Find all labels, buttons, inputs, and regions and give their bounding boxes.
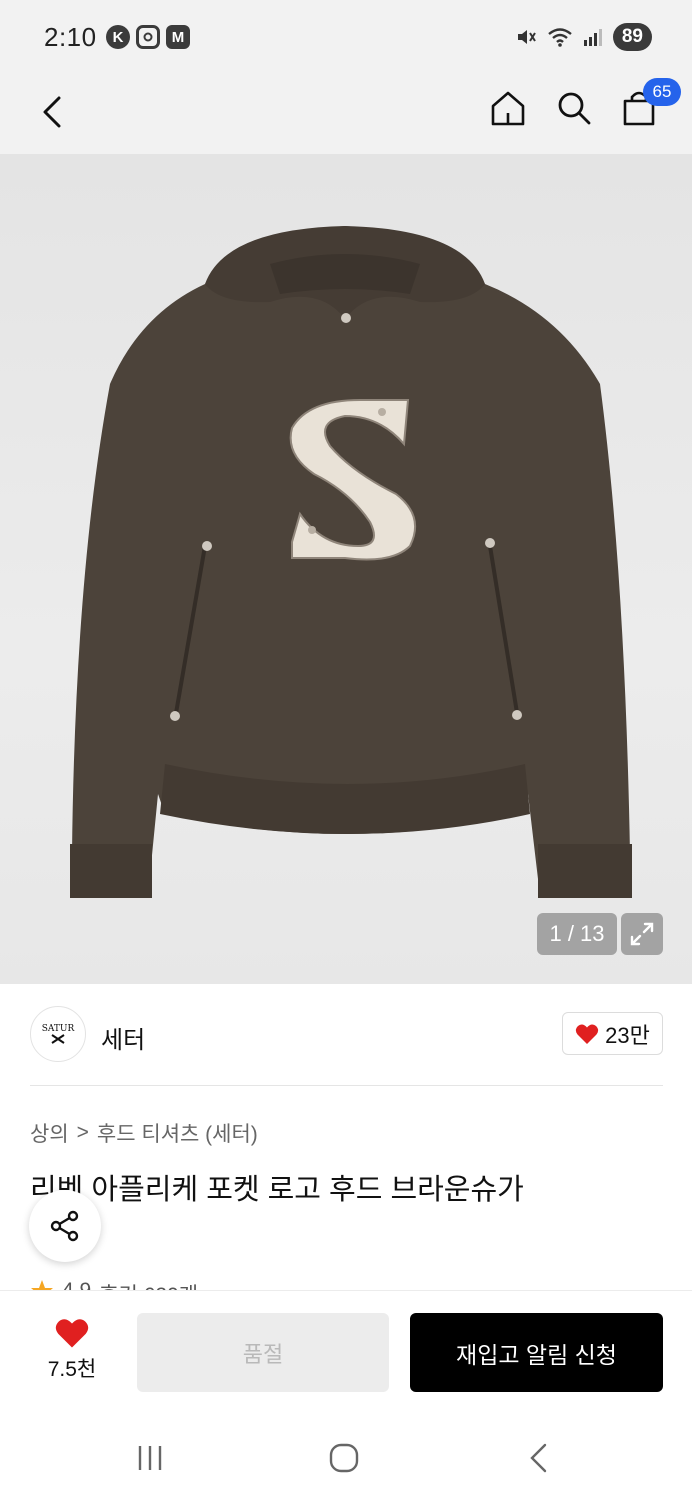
- heart-icon: [55, 1319, 89, 1348]
- status-bar: 2:10 K M 89: [0, 0, 692, 76]
- home-circle-icon: [329, 1443, 359, 1473]
- wishlist-count: 7.5천: [47, 1358, 97, 1381]
- brand-row: SATUR 세터 23만: [0, 984, 692, 1086]
- status-system-icons: 89: [515, 23, 652, 51]
- product-image-carousel[interactable]: [0, 154, 692, 984]
- brand-like-button[interactable]: 23만: [562, 1012, 663, 1055]
- bottom-action-bar: 7.5천 품절 재입고 알림 신청: [0, 1290, 692, 1410]
- search-icon: [558, 92, 591, 125]
- system-nav-bar: [0, 1410, 692, 1500]
- signal-icon: [583, 29, 602, 46]
- brand-name[interactable]: 세터: [101, 1020, 145, 1055]
- product-hoodie-image: [70, 226, 632, 898]
- breadcrumb-subcategory[interactable]: 후드 티셔츠 (세터): [97, 1118, 258, 1148]
- kakao-app-icon: K: [106, 25, 130, 49]
- search-button[interactable]: [552, 86, 596, 130]
- wishlist-button[interactable]: 7.5천: [30, 1317, 114, 1383]
- home-button[interactable]: [486, 86, 530, 130]
- top-app-bar: 65: [0, 76, 692, 228]
- back-nav-button[interactable]: [512, 1438, 564, 1478]
- chevron-left-icon: [530, 1443, 547, 1473]
- breadcrumb-separator: >: [76, 1121, 89, 1144]
- divider: [30, 1085, 663, 1086]
- home-nav-button[interactable]: [318, 1438, 370, 1478]
- brand-logo-text: SATUR: [41, 1024, 75, 1034]
- expand-image-button[interactable]: [621, 913, 663, 955]
- brand-logo[interactable]: SATUR: [30, 1006, 86, 1062]
- soldout-button: 품절: [137, 1313, 389, 1392]
- instagram-icon: [136, 25, 160, 49]
- recent-apps-button[interactable]: [124, 1438, 176, 1478]
- heart-icon: [576, 1024, 599, 1044]
- recent-apps-icon: [138, 1446, 162, 1470]
- share-icon: [50, 1210, 79, 1242]
- cart-button[interactable]: 65: [617, 78, 681, 130]
- brand-logo-emblem: [51, 1034, 65, 1044]
- breadcrumb-category[interactable]: 상의: [30, 1118, 69, 1148]
- m-app-icon: M: [166, 25, 190, 49]
- restock-alert-button[interactable]: 재입고 알림 신청: [410, 1313, 663, 1392]
- battery-indicator: 89: [612, 23, 652, 51]
- back-button[interactable]: [30, 90, 74, 134]
- status-time: 2:10: [44, 22, 97, 52]
- cart-count-badge: 65: [643, 78, 681, 106]
- expand-icon: [630, 922, 654, 946]
- share-button[interactable]: [29, 1190, 101, 1262]
- product-title: 리벤 아플리케 포켓 로고 후드 브라운슈가: [30, 1174, 524, 1206]
- image-counter: 1 / 13: [537, 913, 617, 955]
- chevron-left-icon: [43, 96, 61, 128]
- wifi-icon: [548, 28, 572, 47]
- home-icon: [491, 91, 525, 126]
- breadcrumb: 상의 > 후드 티셔츠 (세터): [30, 1118, 258, 1148]
- brand-like-count: 23만: [605, 1022, 650, 1048]
- mute-icon: [517, 30, 536, 44]
- status-notification-icons: K M: [106, 25, 190, 49]
